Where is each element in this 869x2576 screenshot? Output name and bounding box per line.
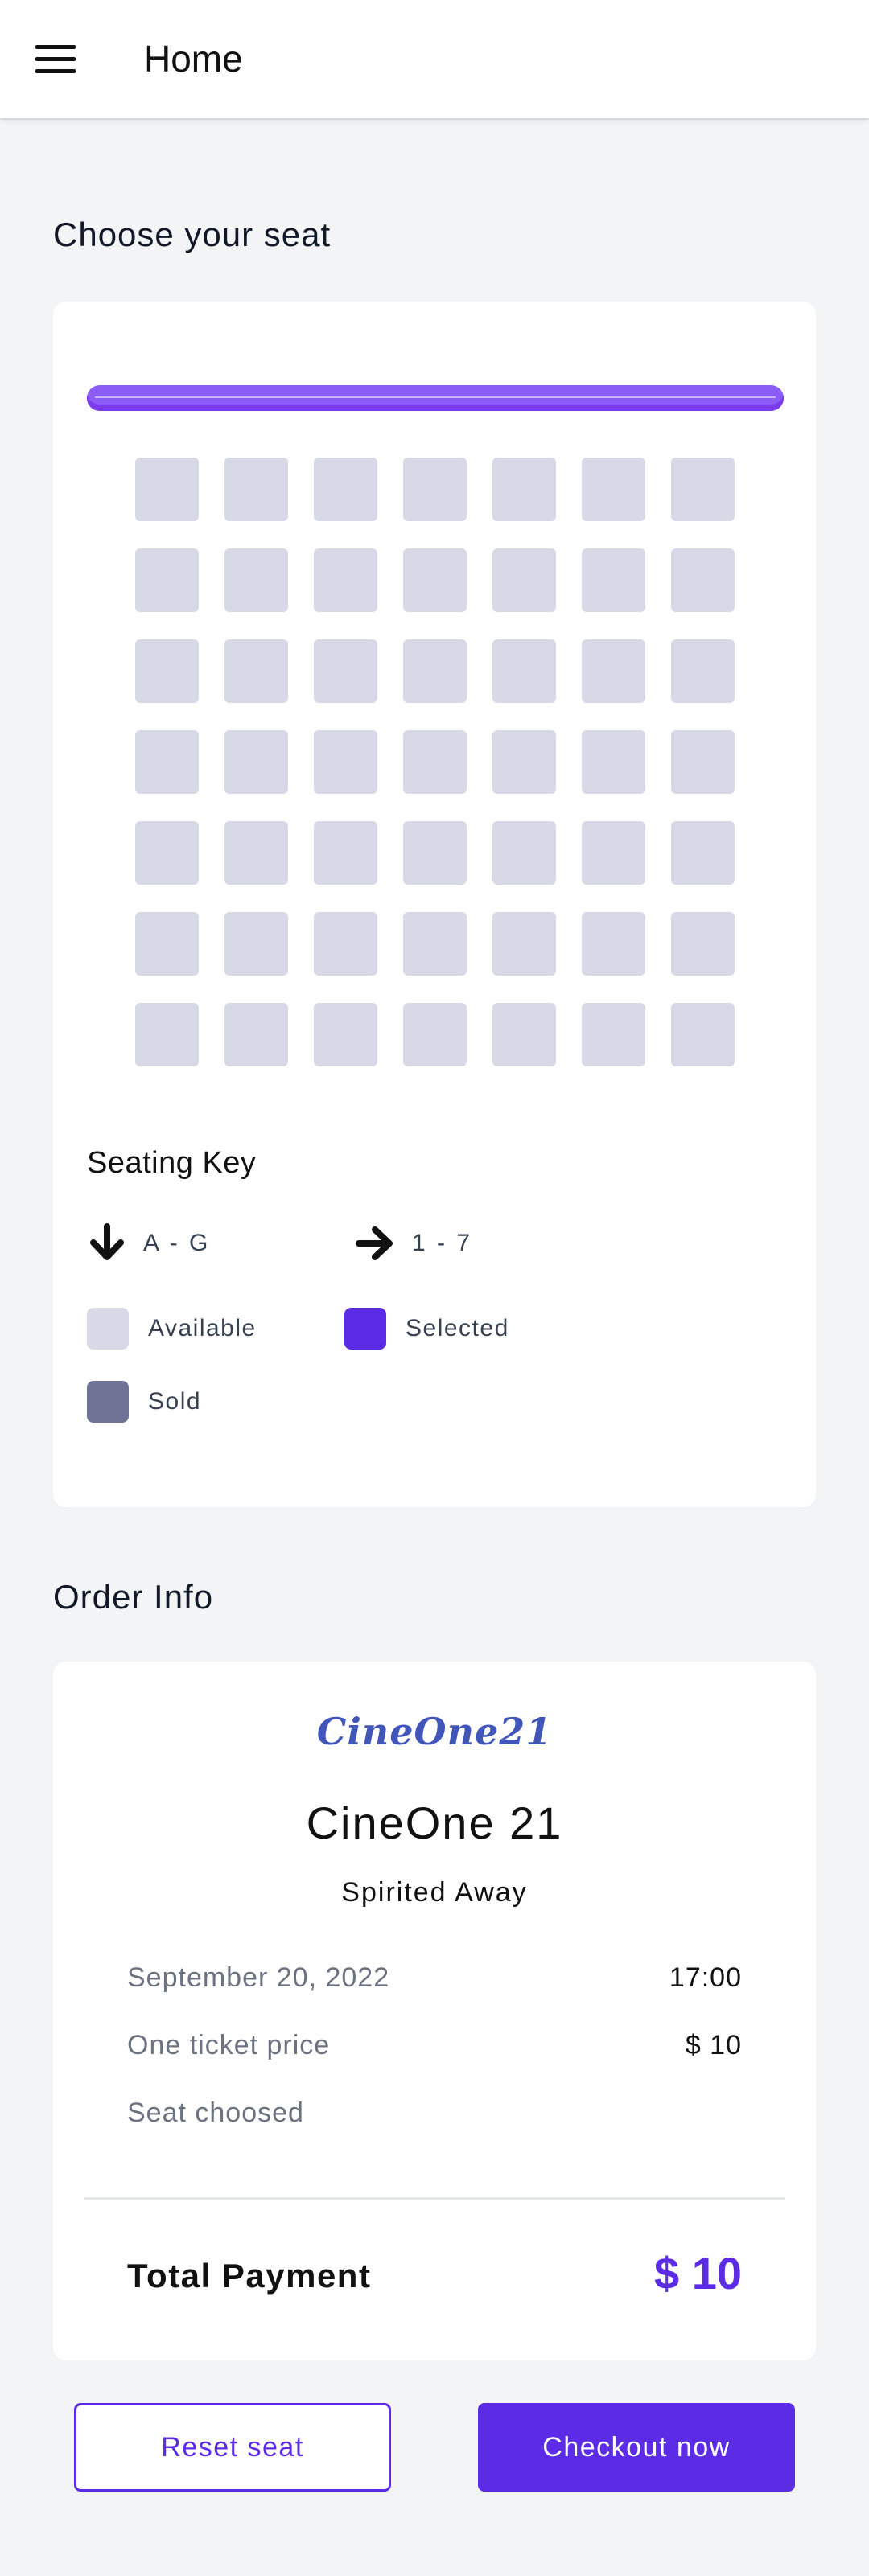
page-title: Home (144, 38, 243, 80)
seat-F1[interactable] (135, 912, 199, 976)
checkout-button[interactable]: Checkout now (478, 2403, 795, 2492)
selected-label: Selected (406, 1315, 509, 1341)
seat-G5[interactable] (492, 1003, 556, 1066)
seat-D4[interactable] (403, 730, 467, 794)
seat-B4[interactable] (403, 548, 467, 612)
seat-D1[interactable] (135, 730, 199, 794)
seat-F2[interactable] (224, 912, 288, 976)
seat-C7[interactable] (671, 639, 735, 703)
cinema-name: CineOne 21 (306, 1797, 563, 1848)
seat-B3[interactable] (314, 548, 377, 612)
seat-D3[interactable] (314, 730, 377, 794)
seat-E6[interactable] (582, 821, 645, 885)
seat-G7[interactable] (671, 1003, 735, 1066)
available-swatch (87, 1308, 129, 1350)
ticket-price-value: $ 10 (685, 2030, 742, 2060)
seat-B6[interactable] (582, 548, 645, 612)
seat-E1[interactable] (135, 821, 199, 885)
order-info-card: CineOne21 CineOne 21 Spirited Away Septe… (53, 1662, 816, 2360)
seat-A4[interactable] (403, 458, 467, 521)
seat-G6[interactable] (582, 1003, 645, 1066)
seat-A3[interactable] (314, 458, 377, 521)
seat-D5[interactable] (492, 730, 556, 794)
seat-C3[interactable] (314, 639, 377, 703)
seat-B5[interactable] (492, 548, 556, 612)
seat-C5[interactable] (492, 639, 556, 703)
seat-A2[interactable] (224, 458, 288, 521)
seat-E4[interactable] (403, 821, 467, 885)
selected-swatch (344, 1308, 386, 1350)
seat-selection-card: Seating Key A - G 1 - 7 Available Select… (53, 302, 816, 1507)
seating-key-title: Seating Key (87, 1146, 257, 1180)
seat-E7[interactable] (671, 821, 735, 885)
order-info-heading: Order Info (53, 1578, 214, 1616)
seat-chosen-label: Seat choosed (127, 2097, 304, 2128)
seat-B2[interactable] (224, 548, 288, 612)
seat-C1[interactable] (135, 639, 199, 703)
seat-C4[interactable] (403, 639, 467, 703)
sold-label: Sold (148, 1388, 202, 1415)
seat-E2[interactable] (224, 821, 288, 885)
seat-D2[interactable] (224, 730, 288, 794)
seat-D6[interactable] (582, 730, 645, 794)
key-available: Available (87, 1308, 257, 1350)
seat-E5[interactable] (492, 821, 556, 885)
seat-B1[interactable] (135, 548, 199, 612)
arrow-down-icon (90, 1223, 124, 1260)
seat-A7[interactable] (671, 458, 735, 521)
sold-swatch (87, 1381, 129, 1423)
ticket-price-label: One ticket price (127, 2030, 331, 2060)
hamburger-menu-icon[interactable] (35, 45, 76, 74)
seat-F3[interactable] (314, 912, 377, 976)
total-payment-value: $ 10 (654, 2248, 742, 2299)
seat-D7[interactable] (671, 730, 735, 794)
rows-range-label: A - G (143, 1230, 211, 1256)
key-sold: Sold (87, 1381, 201, 1423)
choose-seat-heading: Choose your seat (53, 216, 332, 253)
seat-E3[interactable] (314, 821, 377, 885)
divider (84, 2197, 785, 2200)
columns-range-label: 1 - 7 (412, 1230, 473, 1256)
key-columns: 1 - 7 (356, 1223, 472, 1263)
show-time: 17:00 (669, 1962, 742, 1993)
seat-B7[interactable] (671, 548, 735, 612)
show-date: September 20, 2022 (127, 1962, 390, 1993)
cinema-logo: CineOne21 (316, 1710, 553, 1753)
seat-F6[interactable] (582, 912, 645, 976)
movie-title: Spirited Away (341, 1877, 528, 1908)
screen-indicator (87, 385, 784, 411)
key-rows: A - G (87, 1223, 210, 1263)
date-time-row: September 20, 2022 17:00 (127, 1962, 742, 1994)
arrow-right-icon (356, 1226, 393, 1260)
ticket-price-row: One ticket price $ 10 (127, 2030, 742, 2061)
seat-grid (135, 458, 735, 1066)
seat-C2[interactable] (224, 639, 288, 703)
seat-A1[interactable] (135, 458, 199, 521)
seat-G3[interactable] (314, 1003, 377, 1066)
total-payment-label: Total Payment (127, 2257, 372, 2295)
seat-G1[interactable] (135, 1003, 199, 1066)
available-label: Available (148, 1315, 257, 1341)
key-selected: Selected (344, 1308, 509, 1350)
seat-G4[interactable] (403, 1003, 467, 1066)
seat-F4[interactable] (403, 912, 467, 976)
seat-C6[interactable] (582, 639, 645, 703)
seat-A6[interactable] (582, 458, 645, 521)
seat-F7[interactable] (671, 912, 735, 976)
seat-chosen-row: Seat choosed (127, 2097, 742, 2129)
seat-F5[interactable] (492, 912, 556, 976)
seat-A5[interactable] (492, 458, 556, 521)
reset-seat-button[interactable]: Reset seat (74, 2403, 391, 2492)
app-bar: Home (0, 0, 869, 118)
seat-G2[interactable] (224, 1003, 288, 1066)
